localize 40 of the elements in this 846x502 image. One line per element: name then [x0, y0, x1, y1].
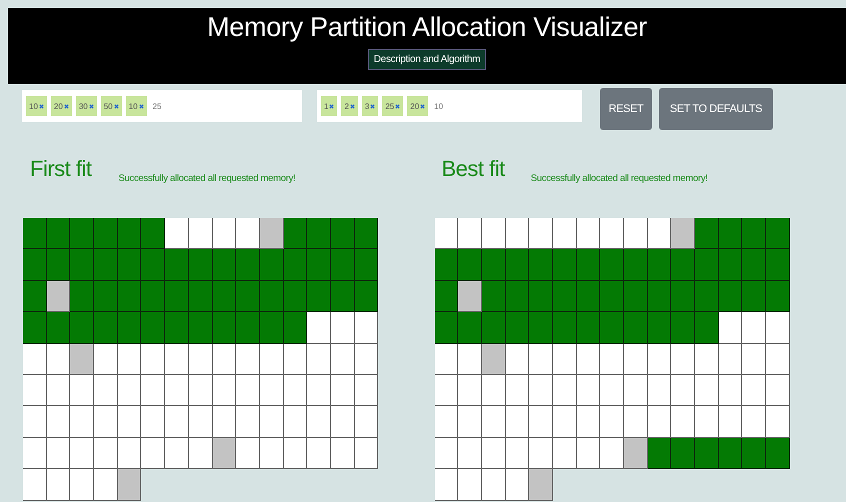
tag-chip[interactable]: 10: [126, 96, 147, 116]
tag-label: 1: [324, 102, 328, 110]
remove-icon[interactable]: [64, 104, 69, 108]
tag-chip[interactable]: 50: [100, 96, 122, 116]
tag-input-field[interactable]: 1 2 3 25 20 10: [317, 90, 582, 122]
page-title: Memory Partition Allocation Visualizer: [207, 12, 647, 43]
remove-icon[interactable]: [395, 104, 400, 108]
tag-chip[interactable]: 20: [407, 96, 428, 116]
description-button[interactable]: Description and Algorithm: [368, 49, 486, 70]
tag-label: 10: [128, 102, 138, 110]
remove-icon[interactable]: [88, 104, 94, 108]
tag-label: 2: [344, 102, 349, 110]
remove-icon[interactable]: [350, 104, 355, 108]
section-title: Best fit: [442, 156, 505, 182]
tag-chip[interactable]: 2: [341, 96, 358, 116]
section-title: First fit: [30, 156, 92, 182]
tag-label: 30: [78, 102, 88, 110]
tag-input-field[interactable]: 10 20 30 50 10 25: [22, 90, 302, 122]
reset-button[interactable]: RESET: [600, 88, 652, 130]
tag-label: 20: [410, 102, 420, 110]
remove-icon[interactable]: [370, 104, 376, 108]
tag-label: 3: [364, 102, 370, 110]
tag-chip[interactable]: 25: [382, 96, 404, 116]
tag-chip[interactable]: 3: [362, 96, 378, 116]
tag-chip[interactable]: 20: [50, 96, 72, 116]
status-message: Successfully allocated all requested memory!: [118, 173, 296, 184]
tag-label: 25: [385, 102, 394, 110]
tag-label: 20: [54, 102, 63, 110]
tag-label: 50: [104, 102, 113, 110]
remove-icon[interactable]: [38, 104, 44, 108]
tag-label: 10: [29, 102, 38, 110]
remove-icon[interactable]: [138, 104, 144, 108]
remove-icon[interactable]: [420, 104, 426, 108]
defaults-button[interactable]: SET TO DEFAULTS: [659, 88, 773, 130]
remove-icon[interactable]: [329, 104, 334, 108]
tag-chip[interactable]: 10: [26, 96, 47, 116]
status-message: Successfully allocated all requested memory!: [530, 173, 708, 184]
remove-icon[interactable]: [114, 104, 119, 108]
tag-chip[interactable]: 1: [321, 96, 338, 116]
tag-chip[interactable]: 30: [76, 96, 97, 116]
